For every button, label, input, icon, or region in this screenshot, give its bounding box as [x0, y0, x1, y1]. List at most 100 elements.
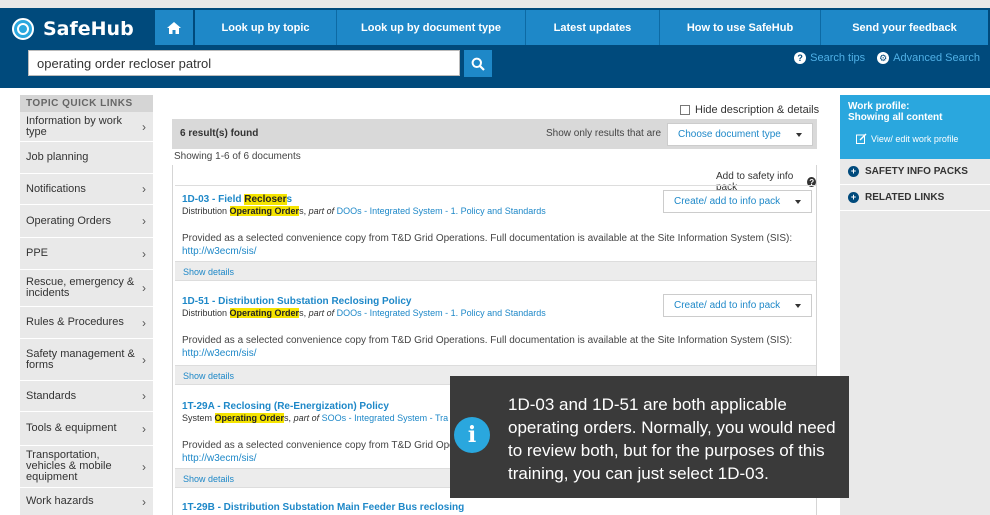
chevron-right-icon: ›: [142, 494, 146, 509]
chevron-right-icon: ›: [142, 421, 146, 436]
sidebar-item-ppe[interactable]: PPE ›: [20, 238, 153, 270]
sidebar-item-rules-procedures[interactable]: Rules & Procedures ›: [20, 307, 153, 339]
caret-down-icon: [796, 132, 802, 137]
sidebar-item-work-hazards[interactable]: Work hazards ›: [20, 488, 153, 515]
topic-quick-links: TOPIC QUICK LINKS Information by work ty…: [20, 95, 153, 515]
work-profile-title: Work profile:: [848, 101, 910, 112]
sidebar-item-information-by-work-type[interactable]: Information by work type ›: [20, 112, 153, 142]
nav-look-up-by-topic[interactable]: Look up by topic: [195, 10, 337, 45]
sidebar-item-job-planning[interactable]: Job planning: [20, 142, 153, 174]
sidebar-item-label: Job planning: [26, 151, 89, 163]
safety-info-packs-label: SAFETY INFO PACKS: [865, 166, 968, 177]
sidebar-item-transportation[interactable]: Transportation, vehicles & mobile equipm…: [20, 446, 153, 488]
caret-down-icon: [795, 199, 801, 204]
result-title[interactable]: 1D-51 - Distribution Substation Reclosin…: [182, 296, 411, 307]
related-links-label: RELATED LINKS: [865, 192, 945, 203]
edit-work-profile-link[interactable]: View/ edit work profile: [848, 133, 990, 144]
edit-icon: [856, 133, 867, 144]
nav-how-to-use[interactable]: How to use SafeHub: [660, 10, 821, 45]
nav-send-feedback[interactable]: Send your feedback: [821, 10, 988, 45]
search-button[interactable]: [464, 50, 492, 77]
result-meta: Distribution Operating Orders, part of D…: [182, 206, 546, 216]
nav-look-up-by-document-type[interactable]: Look up by document type: [337, 10, 526, 45]
sidebar-item-label: Safety management & forms: [26, 347, 135, 371]
hide-description-toggle[interactable]: Hide description & details: [680, 104, 819, 116]
home-button[interactable]: [155, 10, 193, 45]
training-message: 1D-03 and 1D-51 are both applicable oper…: [508, 395, 836, 483]
results-count: 6 result(s) found: [180, 128, 259, 139]
edit-work-profile-label: View/ edit work profile: [871, 133, 959, 144]
plus-icon: +: [848, 192, 859, 203]
sidebar-heading: TOPIC QUICK LINKS: [20, 95, 153, 112]
create-info-pack-label: Create/ add to info pack: [674, 300, 781, 311]
result-parent-link[interactable]: SOOs - Integrated System - Tra: [322, 413, 449, 423]
home-icon: [167, 21, 181, 34]
top-header: SafeHub Look up by topic Look up by docu…: [0, 0, 990, 88]
result-url[interactable]: http://w3ecm/sis/: [182, 348, 256, 359]
logo-icon: [12, 18, 34, 40]
results-filter-bar: 6 result(s) found Show only results that…: [172, 119, 817, 149]
result-description: Provided as a selected convenience copy …: [182, 233, 793, 244]
result-meta: Distribution Operating Orders, part of D…: [182, 308, 546, 318]
result-title[interactable]: 1T-29B - Distribution Substation Main Fe…: [182, 502, 464, 513]
result-title[interactable]: 1T-29A - Reclosing (Re-Energization) Pol…: [182, 401, 389, 412]
result-url[interactable]: http://w3ecm/sis/: [182, 246, 256, 257]
sidebar-item-operating-orders[interactable]: Operating Orders ›: [20, 205, 153, 238]
result-parent-link[interactable]: DOOs - Integrated System - 1. Policy and…: [337, 308, 546, 318]
chevron-right-icon: ›: [142, 315, 146, 330]
advanced-search-link[interactable]: Advanced Search: [893, 52, 980, 64]
hide-description-checkbox[interactable]: [680, 105, 690, 115]
work-profile-status: Showing all content: [848, 112, 943, 123]
info-icon: i: [454, 417, 490, 453]
sidebar-item-rescue-emergency[interactable]: Rescue, emergency & incidents ›: [20, 270, 153, 307]
sidebar-item-label: Notifications: [26, 182, 86, 195]
related-links-toggle[interactable]: + RELATED LINKS: [840, 185, 990, 211]
chevron-right-icon: ›: [142, 281, 146, 295]
sidebar-item-label: Operating Orders: [26, 214, 111, 227]
result-item: 1T-29B - Distribution Substation Main Fe…: [175, 496, 816, 515]
sidebar-item-standards[interactable]: Standards ›: [20, 381, 153, 412]
sidebar-item-label: Rescue, emergency & incidents: [26, 276, 135, 299]
show-details-link[interactable]: Show details: [175, 261, 816, 281]
create-info-pack-select[interactable]: Create/ add to info pack: [663, 190, 812, 213]
sidebar-item-tools-equipment[interactable]: Tools & equipment ›: [20, 412, 153, 446]
sidebar-item-label: Information by work type: [26, 114, 122, 138]
work-profile-box: Work profile: Showing all content View/ …: [840, 95, 990, 159]
document-type-value: Choose document type: [678, 129, 781, 140]
help-icon: ?: [794, 52, 807, 64]
search-icon: [471, 57, 485, 71]
chevron-right-icon: ›: [142, 119, 146, 134]
search-input[interactable]: [29, 51, 459, 75]
chevron-right-icon: ›: [142, 389, 146, 403]
result-meta: System Operating Orders, part of SOOs - …: [182, 413, 449, 423]
safehub-logo[interactable]: SafeHub: [12, 14, 134, 44]
result-description: Provided as a selected convenience copy …: [182, 440, 455, 451]
safety-info-packs-toggle[interactable]: + SAFETY INFO PACKS: [840, 159, 990, 185]
sidebar-item-label: Standards: [26, 389, 77, 402]
caret-down-icon: [795, 303, 801, 308]
sidebar-item-label: Rules & Procedures: [26, 316, 124, 328]
chevron-right-icon: ›: [142, 459, 146, 474]
result-item: 1D-03 - Field Reclosers Distribution Ope…: [175, 185, 816, 290]
right-panel: Work profile: Showing all content View/ …: [840, 95, 990, 515]
create-info-pack-label: Create/ add to info pack: [674, 196, 781, 207]
chevron-right-icon: ›: [142, 182, 146, 196]
result-description: Provided as a selected convenience copy …: [182, 335, 793, 346]
app-name: SafeHub: [43, 18, 134, 40]
sidebar-item-notifications[interactable]: Notifications ›: [20, 174, 153, 205]
create-info-pack-select[interactable]: Create/ add to info pack: [663, 294, 812, 317]
result-parent-link[interactable]: DOOs - Integrated System - 1. Policy and…: [337, 206, 546, 216]
sidebar-item-label: Tools & equipment: [26, 422, 117, 434]
sidebar-item-safety-management[interactable]: Safety management & forms ›: [20, 339, 153, 381]
training-callout: i 1D-03 and 1D-51 are both applicable op…: [450, 376, 849, 498]
document-type-select[interactable]: Choose document type: [667, 123, 813, 146]
result-url[interactable]: http://w3ecm/sis/: [182, 453, 256, 464]
search-tips-link[interactable]: Search tips: [810, 52, 865, 64]
search-help-links: ? Search tips ⚙ Advanced Search: [794, 52, 980, 64]
result-title[interactable]: 1D-03 - Field Reclosers: [182, 194, 292, 205]
advanced-search-icon: ⚙: [877, 52, 890, 64]
chevron-right-icon: ›: [142, 214, 146, 228]
nav-latest-updates[interactable]: Latest updates: [526, 10, 660, 45]
chevron-right-icon: ›: [142, 246, 146, 261]
sidebar-item-label: Transportation, vehicles & mobile equipm…: [26, 449, 112, 483]
